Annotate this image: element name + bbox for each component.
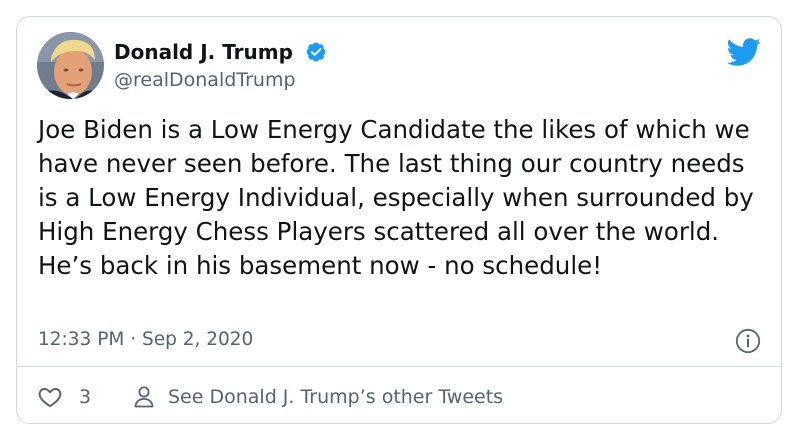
person-icon — [134, 386, 154, 408]
display-name[interactable]: Donald J. Trump — [114, 40, 293, 64]
avatar[interactable] — [37, 32, 104, 99]
twitter-bird-icon[interactable] — [727, 35, 761, 69]
like-button[interactable]: 3 — [37, 381, 91, 413]
tweet-text: Joe Biden is a Low Energy Candidate the … — [38, 115, 754, 280]
user-handle[interactable]: @realDonaldTrump — [114, 68, 296, 92]
see-other-tweets-link[interactable]: See Donald J. Trump’s other Tweets — [133, 381, 503, 413]
avatar-image — [37, 32, 104, 99]
info-icon[interactable] — [735, 328, 761, 354]
verified-badge-icon — [306, 42, 326, 62]
tweet-card[interactable]: Donald J. Trump @realDonaldTrump Joe Bid… — [16, 16, 782, 424]
see-other-tweets-label: See Donald J. Trump’s other Tweets — [168, 386, 504, 408]
like-count: 3 — [79, 386, 92, 408]
footer-divider — [17, 366, 781, 367]
tweet-timestamp[interactable]: 12:33 PM · Sep 2, 2020 — [38, 328, 253, 352]
heart-icon — [38, 388, 62, 408]
